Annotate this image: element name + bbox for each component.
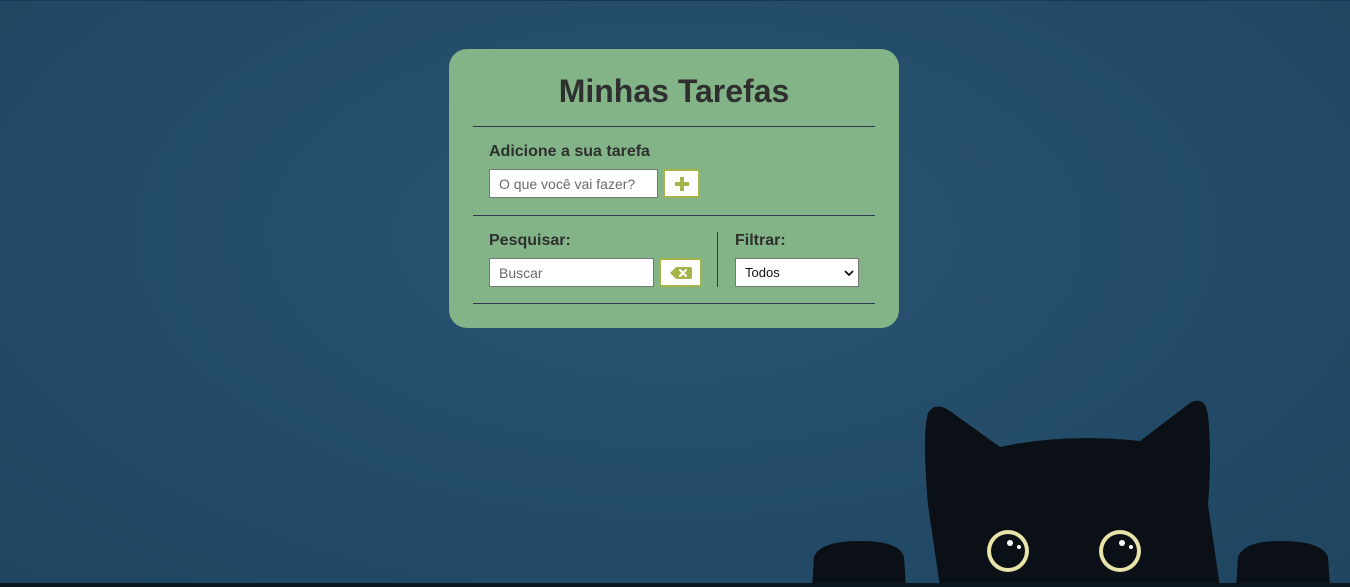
section-separator bbox=[717, 232, 718, 287]
divider bbox=[473, 303, 875, 304]
plus-icon bbox=[674, 176, 689, 191]
top-border bbox=[0, 0, 1350, 1]
chevron-down-icon bbox=[844, 270, 854, 277]
divider bbox=[473, 126, 875, 127]
bottom-border bbox=[0, 583, 1350, 587]
backspace-icon bbox=[669, 266, 692, 279]
search-input[interactable] bbox=[489, 258, 654, 287]
add-task-button[interactable] bbox=[663, 169, 700, 198]
todo-card: Minhas Tarefas Adicione a sua tarefa Pes… bbox=[449, 49, 899, 328]
cat-right-paw bbox=[1236, 541, 1330, 587]
filter-label: Filtrar: bbox=[735, 232, 786, 249]
cat-illustration bbox=[812, 400, 1330, 587]
search-label: Pesquisar: bbox=[489, 232, 571, 249]
clear-search-button[interactable] bbox=[659, 258, 702, 287]
cat-left-paw bbox=[812, 541, 906, 587]
filter-selected-value: Todos bbox=[745, 265, 780, 280]
filter-select[interactable]: Todos bbox=[735, 258, 859, 287]
new-task-input[interactable] bbox=[489, 169, 658, 198]
page-title: Minhas Tarefas bbox=[558, 73, 790, 109]
cat-head bbox=[925, 400, 1220, 587]
add-task-label: Adicione a sua tarefa bbox=[489, 143, 650, 160]
divider bbox=[473, 215, 875, 216]
